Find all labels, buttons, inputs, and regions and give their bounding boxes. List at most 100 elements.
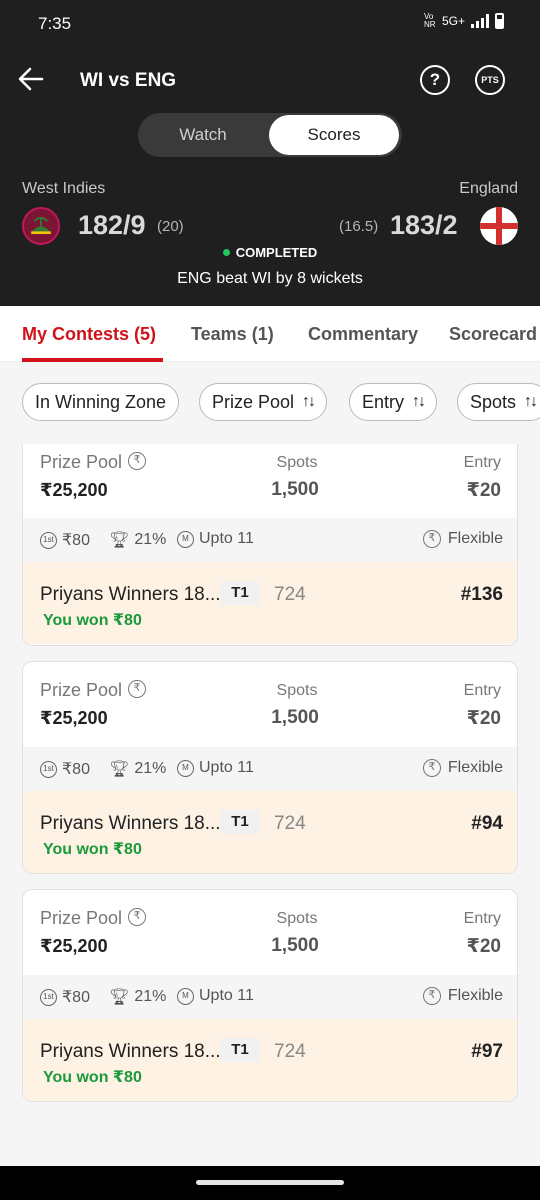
first-prize: 1st ₹80 bbox=[40, 759, 90, 779]
filter-in-winning-zone[interactable]: In Winning Zone bbox=[22, 383, 180, 421]
tab-commentary[interactable]: Commentary bbox=[308, 324, 418, 345]
entry-label: Entry bbox=[463, 910, 501, 927]
spots-label: Spots bbox=[276, 910, 318, 927]
contest-info-row: 1st ₹80 🏆︎ 21% M Upto 11 ₹ Flexible bbox=[23, 747, 517, 791]
points-system-button[interactable]: PTS bbox=[475, 65, 505, 95]
team-badge: T1 bbox=[220, 581, 260, 605]
status-time: 7:35 bbox=[38, 14, 72, 33]
contest-type: ₹ Flexible bbox=[422, 759, 503, 777]
tab-my-contests[interactable]: My Contests (5) bbox=[22, 324, 156, 345]
entry-value: ₹20 bbox=[466, 708, 501, 729]
flexible-rupee-icon: ₹ bbox=[128, 680, 147, 699]
trophy-icon: 🏆︎ bbox=[109, 989, 130, 1006]
joined-team-row[interactable]: Priyans Winners 18... T1 724 #97 You won… bbox=[23, 1019, 517, 1101]
winnings-text: You won ₹80 bbox=[43, 612, 142, 629]
watch-scores-toggle: Watch Scores bbox=[138, 113, 402, 157]
first-prize-icon: 1st bbox=[40, 760, 57, 778]
team-rank: #94 bbox=[471, 813, 503, 834]
contest-card[interactable]: Prize Pool ₹ ₹25,200 Spots 1,500 Entry ₹2… bbox=[22, 889, 518, 1102]
first-prize-icon: 1st bbox=[40, 988, 57, 1006]
page-title: WI vs ENG bbox=[80, 70, 177, 91]
team-right-score: 183/2 bbox=[390, 210, 458, 240]
first-prize: 1st ₹80 bbox=[40, 530, 90, 550]
toggle-watch[interactable]: Watch bbox=[138, 113, 268, 157]
volte-icon: Vo NR bbox=[423, 12, 436, 29]
first-prize-icon: 1st bbox=[40, 531, 57, 549]
filter-label: Spots bbox=[470, 391, 517, 412]
contest-info-row: 1st ₹80 🏆︎ 21% M Upto 11 ₹ Flexible bbox=[23, 975, 517, 1019]
entry-label: Entry bbox=[463, 682, 501, 699]
spots-label: Spots bbox=[276, 682, 318, 699]
flexible-icon: ₹ bbox=[422, 987, 441, 1005]
team-left-overs: (20) bbox=[157, 218, 184, 235]
joined-team-row[interactable]: Priyans Winners 18... T1 724 #94 You won… bbox=[23, 791, 517, 873]
joined-team-row[interactable]: Priyans Winners 18... T1 724 #136 You wo… bbox=[23, 562, 517, 644]
winnings-text: You won ₹80 bbox=[43, 841, 142, 858]
entry-value: ₹20 bbox=[466, 480, 501, 501]
entry-value: ₹20 bbox=[466, 936, 501, 957]
match-header: 7:35 Vo NR 5G+ WI vs ENG ? PTS Watch Sco… bbox=[0, 0, 540, 306]
spots-value: 1,500 bbox=[271, 479, 319, 500]
trophy-icon: 🏆︎ bbox=[109, 761, 130, 778]
contest-card[interactable]: Prize Pool ₹ ₹25,200 Spots 1,500 Entry ₹2… bbox=[22, 444, 518, 646]
west-indies-logo-icon bbox=[22, 207, 60, 245]
win-percent: 🏆︎ 21% bbox=[109, 760, 167, 778]
team-points: 724 bbox=[274, 1041, 306, 1062]
prize-pool-value: ₹25,200 bbox=[40, 480, 108, 500]
prize-pool-label: Prize Pool ₹ bbox=[40, 680, 147, 701]
team-badge: T1 bbox=[220, 810, 260, 834]
tab-teams[interactable]: Teams (1) bbox=[191, 324, 274, 345]
contest-card[interactable]: Prize Pool ₹ ₹25,200 Spots 1,500 Entry ₹2… bbox=[22, 661, 518, 874]
team-left-name: West Indies bbox=[22, 180, 106, 197]
team-points: 724 bbox=[274, 813, 306, 834]
team-rank: #97 bbox=[471, 1041, 503, 1062]
back-arrow-icon[interactable] bbox=[16, 64, 46, 94]
win-percent: 🏆︎ 21% bbox=[109, 988, 167, 1006]
tab-scorecard[interactable]: Scorecard bbox=[449, 324, 537, 345]
battery-icon bbox=[495, 13, 504, 29]
team-points: 724 bbox=[274, 584, 306, 605]
prize-pool-value: ₹25,200 bbox=[40, 936, 108, 956]
prize-pool-label: Prize Pool ₹ bbox=[40, 452, 147, 473]
filter-spots[interactable]: Spots ↑↓ bbox=[457, 383, 540, 421]
match-status: COMPLETED bbox=[0, 245, 540, 260]
multi-entry-icon: M bbox=[177, 987, 194, 1005]
team-name: Priyans Winners 18... bbox=[40, 1041, 221, 1062]
winnings-text: You won ₹80 bbox=[43, 1069, 142, 1086]
team-rank: #136 bbox=[460, 584, 503, 605]
status-dot-icon bbox=[222, 249, 230, 257]
filter-prize-pool[interactable]: Prize Pool ↑↓ bbox=[199, 383, 328, 421]
filter-entry[interactable]: Entry ↑↓ bbox=[349, 383, 438, 421]
spots-value: 1,500 bbox=[271, 707, 319, 728]
prize-pool-label: Prize Pool ₹ bbox=[40, 908, 147, 929]
signal-icon bbox=[471, 14, 489, 28]
home-gesture-handle[interactable] bbox=[196, 1180, 344, 1185]
multi-entry-icon: M bbox=[177, 530, 194, 548]
flexible-icon: ₹ bbox=[422, 759, 441, 777]
match-result: ENG beat WI by 8 wickets bbox=[177, 270, 363, 287]
first-prize: 1st ₹80 bbox=[40, 987, 90, 1007]
flexible-icon: ₹ bbox=[422, 530, 441, 548]
contest-list: Prize Pool ₹ ₹25,200 Spots 1,500 Entry ₹2… bbox=[0, 444, 540, 1166]
match-status-text: COMPLETED bbox=[235, 245, 318, 260]
england-flag-icon bbox=[480, 207, 518, 245]
max-teams: M Upto 11 bbox=[177, 987, 254, 1005]
system-nav-bar bbox=[0, 1166, 540, 1200]
team-right-overs: (16.5) bbox=[339, 218, 379, 235]
max-teams: M Upto 11 bbox=[177, 759, 254, 777]
flexible-rupee-icon: ₹ bbox=[128, 452, 147, 471]
contest-info-row: 1st ₹80 🏆︎ 21% M Upto 11 ₹ Flexible bbox=[23, 518, 517, 562]
filter-label: Entry bbox=[362, 391, 405, 412]
toggle-scores[interactable]: Scores bbox=[269, 115, 399, 155]
help-icon[interactable]: ? bbox=[420, 65, 450, 95]
tab-bar: My Contests (5) Teams (1) Commentary Sco… bbox=[0, 306, 540, 362]
win-percent: 🏆︎ 21% bbox=[109, 531, 167, 549]
top-nav: WI vs ENG ? PTS bbox=[0, 56, 540, 106]
sort-icon: ↑↓ bbox=[524, 393, 538, 410]
team-name: Priyans Winners 18... bbox=[40, 813, 221, 834]
spots-label: Spots bbox=[276, 454, 318, 471]
max-teams: M Upto 11 bbox=[177, 530, 254, 548]
team-right-name: England bbox=[459, 180, 518, 197]
spots-value: 1,500 bbox=[271, 935, 319, 956]
filter-chips: In Winning Zone Prize Pool ↑↓ Entry ↑↓ S… bbox=[0, 362, 540, 444]
